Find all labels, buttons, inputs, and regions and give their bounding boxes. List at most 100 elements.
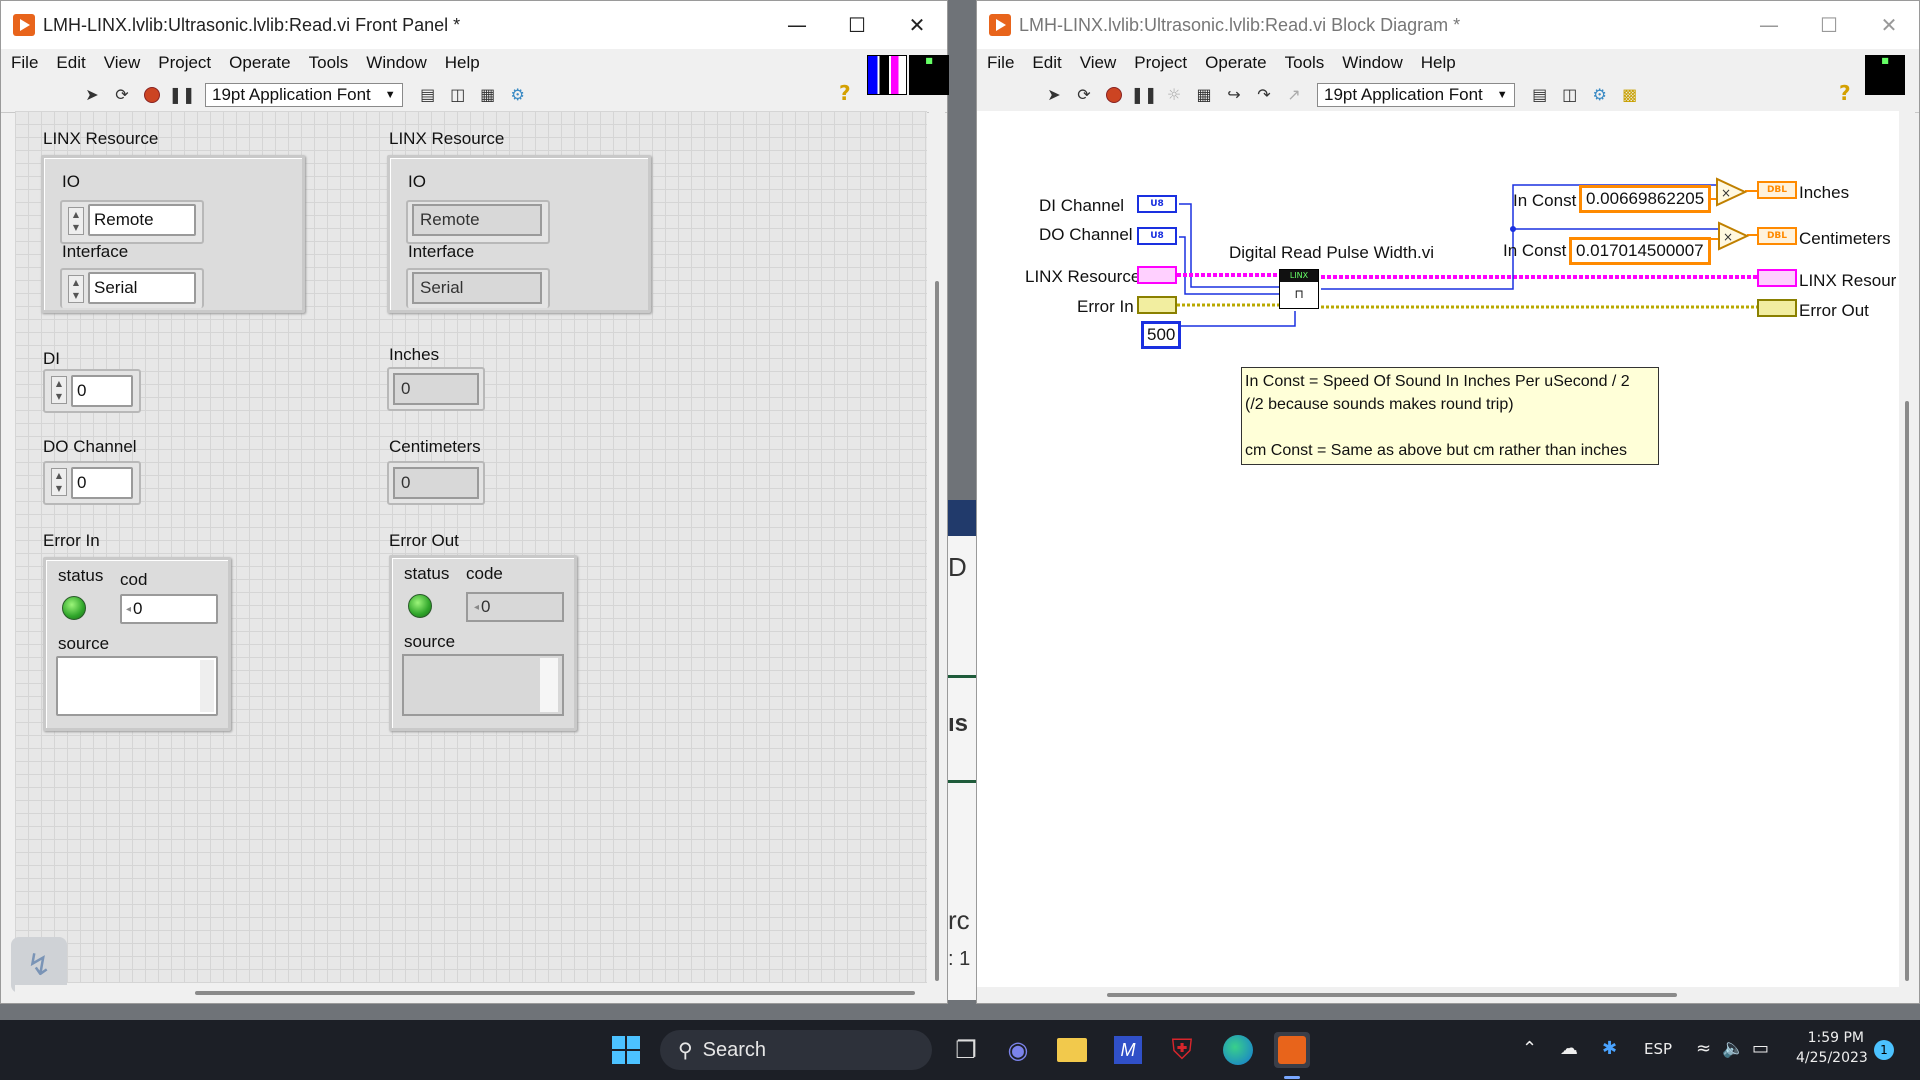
front-panel-titlebar[interactable]: LMH-LINX.lvlib:Ultrasonic.lvlib:Read.vi … bbox=[1, 1, 947, 49]
battery-icon[interactable]: ▭ bbox=[1752, 1038, 1769, 1059]
menu-file[interactable]: File bbox=[987, 53, 1014, 73]
vi-icon[interactable]: ■ bbox=[909, 55, 949, 95]
maximize-button[interactable]: ☐ bbox=[827, 1, 887, 49]
close-button[interactable]: ✕ bbox=[887, 1, 947, 49]
clock[interactable]: 1:59 PM 4/25/2023 bbox=[1796, 1030, 1868, 1066]
minimize-button[interactable]: — bbox=[1739, 1, 1799, 49]
block-diagram-titlebar[interactable]: LMH-LINX.lvlib:Ultrasonic.lvlib:Read.vi … bbox=[977, 1, 1919, 49]
horizontal-scrollbar[interactable] bbox=[15, 985, 929, 1001]
reorder-icon[interactable]: ⚙ bbox=[1587, 83, 1613, 107]
menu-tools[interactable]: Tools bbox=[309, 53, 349, 73]
do-channel-spinner[interactable]: ▲ ▼ bbox=[51, 468, 67, 496]
inches-terminal[interactable]: DBL bbox=[1757, 181, 1797, 199]
step-into-icon[interactable]: ↪ bbox=[1221, 83, 1247, 107]
io-value[interactable]: Remote bbox=[88, 204, 196, 236]
centimeters-terminal[interactable]: DBL bbox=[1757, 227, 1797, 245]
menu-window[interactable]: Window bbox=[366, 53, 426, 73]
distribute-objects-icon[interactable]: ◫ bbox=[445, 83, 471, 107]
cm-const[interactable]: 0.017014500007 bbox=[1569, 237, 1711, 265]
align-objects-icon[interactable]: ▤ bbox=[415, 83, 441, 107]
digital-read-pulse-width-subvi[interactable]: LINX ⊓ bbox=[1279, 269, 1319, 309]
horizontal-scroll-thumb[interactable] bbox=[1107, 993, 1677, 997]
interface-spinner[interactable]: ▲ ▼ bbox=[68, 275, 84, 303]
pause-icon[interactable]: ❚❚ bbox=[169, 83, 196, 107]
menu-view[interactable]: View bbox=[104, 53, 141, 73]
abort-icon[interactable] bbox=[139, 83, 165, 107]
vertical-scrollbar[interactable] bbox=[1899, 111, 1915, 987]
io-spinner[interactable]: ▲ ▼ bbox=[68, 207, 84, 235]
minimize-button[interactable]: — bbox=[767, 1, 827, 49]
labview-taskbar-icon[interactable] bbox=[1274, 1032, 1310, 1068]
abort-icon[interactable] bbox=[1101, 83, 1127, 107]
source-out-scrollbar[interactable] bbox=[540, 658, 558, 712]
language-indicator[interactable]: ESP bbox=[1644, 1040, 1672, 1058]
bluetooth-icon[interactable]: ✱ bbox=[1602, 1038, 1617, 1059]
timeout-constant[interactable]: 500 bbox=[1141, 321, 1182, 349]
file-explorer-icon[interactable] bbox=[1054, 1032, 1090, 1068]
onedrive-icon[interactable]: ☁ bbox=[1560, 1038, 1578, 1059]
linx-resource-out-terminal[interactable] bbox=[1757, 269, 1797, 287]
highlight-execution-icon[interactable]: ☼ bbox=[1161, 83, 1187, 107]
close-button[interactable]: ✕ bbox=[1859, 1, 1919, 49]
horizontal-scroll-thumb[interactable] bbox=[195, 991, 915, 995]
chat-icon[interactable]: ◉ bbox=[1000, 1032, 1036, 1068]
taskbar-search[interactable]: ⚲ Search bbox=[660, 1030, 932, 1070]
task-view-icon[interactable]: ❐ bbox=[948, 1032, 984, 1068]
horizontal-scrollbar[interactable] bbox=[977, 987, 1899, 1003]
edge-icon[interactable] bbox=[1220, 1032, 1256, 1068]
do-channel-terminal[interactable]: U8 bbox=[1137, 227, 1177, 245]
menu-help[interactable]: Help bbox=[1421, 53, 1456, 73]
vertical-scroll-thumb[interactable] bbox=[935, 281, 939, 981]
menu-project[interactable]: Project bbox=[1134, 53, 1187, 73]
menu-tools[interactable]: Tools bbox=[1285, 53, 1325, 73]
vertical-scrollbar[interactable] bbox=[929, 111, 945, 983]
mcafee-icon[interactable]: ⛨ bbox=[1164, 1032, 1200, 1068]
vi-icon[interactable]: ■ bbox=[1865, 55, 1905, 95]
menu-file[interactable]: File bbox=[11, 53, 38, 73]
mathcad-icon[interactable]: M bbox=[1110, 1032, 1146, 1068]
do-channel-input[interactable]: 0 bbox=[71, 467, 133, 499]
run-arrow-icon[interactable]: ➤ bbox=[1041, 83, 1067, 107]
di-channel-terminal[interactable]: U8 bbox=[1137, 195, 1177, 213]
di-input[interactable]: 0 bbox=[71, 375, 133, 407]
context-help-icon[interactable]: ? bbox=[1839, 81, 1851, 105]
wifi-icon[interactable]: ≈ bbox=[1696, 1038, 1711, 1059]
menu-project[interactable]: Project bbox=[158, 53, 211, 73]
status-led[interactable] bbox=[62, 596, 86, 620]
align-objects-icon[interactable]: ▤ bbox=[1527, 83, 1553, 107]
menu-operate[interactable]: Operate bbox=[229, 53, 290, 73]
diagram-comment[interactable]: In Const = Speed Of Sound In Inches Per … bbox=[1241, 367, 1659, 465]
in-const[interactable]: 0.00669862205 bbox=[1579, 185, 1712, 213]
reorder-icon[interactable]: ⚙ bbox=[505, 83, 531, 107]
volume-icon[interactable]: 🔈 bbox=[1722, 1038, 1744, 1059]
run-continuously-icon[interactable]: ⟳ bbox=[109, 83, 135, 107]
resize-objects-icon[interactable]: ▦ bbox=[475, 83, 501, 107]
menu-window[interactable]: Window bbox=[1342, 53, 1402, 73]
linx-resource-terminal[interactable] bbox=[1137, 266, 1177, 284]
code-input[interactable]: ◂ 0 bbox=[120, 594, 218, 624]
menu-edit[interactable]: Edit bbox=[1032, 53, 1061, 73]
interface-value[interactable]: Serial bbox=[88, 272, 196, 304]
source-input[interactable] bbox=[56, 656, 218, 716]
maximize-button[interactable]: ☐ bbox=[1799, 1, 1859, 49]
menu-view[interactable]: View bbox=[1080, 53, 1117, 73]
font-select[interactable]: 19pt Application Font ▼ bbox=[1317, 82, 1515, 107]
context-help-icon[interactable]: ? bbox=[839, 81, 851, 105]
run-continuously-icon[interactable]: ⟳ bbox=[1071, 83, 1097, 107]
retain-wire-values-icon[interactable]: ▦ bbox=[1191, 83, 1217, 107]
step-out-icon[interactable]: ↗ bbox=[1281, 83, 1307, 107]
chevron-up-icon[interactable]: ⌃ bbox=[1522, 1038, 1537, 1059]
notification-badge[interactable]: 1 bbox=[1874, 1040, 1894, 1060]
vertical-scroll-thumb[interactable] bbox=[1905, 401, 1909, 981]
error-in-terminal[interactable] bbox=[1137, 296, 1177, 314]
run-arrow-icon[interactable]: ➤ bbox=[79, 83, 105, 107]
pause-icon[interactable]: ❚❚ bbox=[1131, 83, 1158, 107]
distribute-objects-icon[interactable]: ◫ bbox=[1557, 83, 1583, 107]
connector-pane-icon[interactable] bbox=[867, 55, 907, 95]
menu-operate[interactable]: Operate bbox=[1205, 53, 1266, 73]
font-select[interactable]: 19pt Application Font ▼ bbox=[205, 82, 403, 107]
clean-up-diagram-icon[interactable]: ▩ bbox=[1617, 83, 1643, 107]
windows-start-icon[interactable] bbox=[608, 1032, 644, 1068]
error-out-terminal[interactable] bbox=[1757, 299, 1797, 317]
di-spinner[interactable]: ▲ ▼ bbox=[51, 376, 67, 404]
